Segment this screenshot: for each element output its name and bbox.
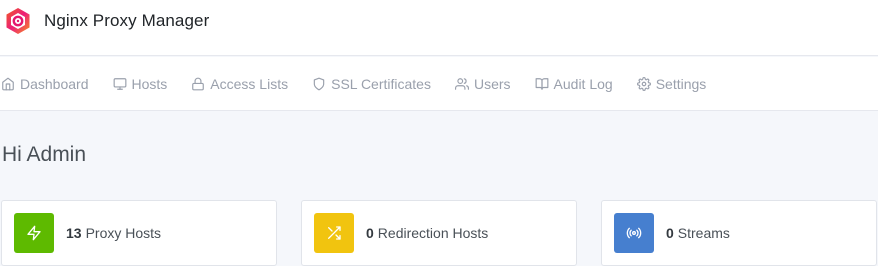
streams-card-icon-box — [614, 213, 654, 253]
shield-icon — [313, 77, 325, 90]
redirection-hosts-card-icon-box — [314, 213, 354, 253]
users-icon — [454, 77, 469, 90]
page-greeting: Hi Admin — [2, 143, 87, 166]
streams-label: Streams — [677, 225, 730, 241]
lock-icon — [192, 77, 205, 90]
nav-item-ssl-certificates[interactable]: SSL Certificates — [312, 76, 431, 92]
main-nav: Dashboard Hosts Access Lists SSL Certifi… — [0, 57, 878, 111]
zap-icon — [27, 225, 41, 241]
nav-item-label: Dashboard — [20, 75, 89, 92]
shuffle-icon — [328, 226, 341, 240]
redirection-hosts-label: Redirection Hosts — [377, 225, 489, 241]
radio-icon — [626, 227, 642, 239]
app-title: Nginx Proxy Manager — [44, 11, 210, 30]
streams-card-text: 0 Streams — [666, 225, 730, 241]
brand[interactable]: Nginx Proxy Manager — [4, 7, 209, 35]
top-header: Nginx Proxy Manager — [0, 0, 878, 56]
nav-item-label: Users — [473, 75, 511, 92]
redirection-hosts-card-text: 0 Redirection Hosts — [366, 225, 488, 241]
proxy-hosts-card-text: 13 Proxy Hosts — [66, 225, 161, 241]
nav-item-hosts[interactable]: Hosts — [113, 75, 168, 92]
gear-icon — [636, 76, 651, 91]
proxy-hosts-label: Proxy Hosts — [85, 225, 162, 241]
nav-item-dashboard[interactable]: Dashboard — [1, 76, 89, 92]
nav-item-users[interactable]: Users — [454, 75, 511, 92]
nav-item-label: Settings — [655, 75, 707, 92]
nginx-proxy-manager-logo-icon — [6, 8, 30, 34]
nav-item-label: Audit Log — [553, 75, 613, 92]
nav-item-label: Hosts — [131, 75, 168, 92]
nav-item-label: Access Lists — [210, 75, 289, 92]
proxy-hosts-count: 13 — [66, 225, 82, 241]
monitor-icon — [113, 77, 126, 90]
nav-item-access-lists[interactable]: Access Lists — [191, 76, 288, 92]
streams-count: 0 — [666, 225, 674, 241]
nav-item-label: SSL Certificates — [331, 75, 431, 92]
redirection-hosts-card[interactable]: 0 Redirection Hosts — [301, 200, 577, 266]
proxy-hosts-card[interactable]: 13 Proxy Hosts — [1, 200, 277, 266]
book-open-icon — [535, 77, 548, 90]
nav-item-settings[interactable]: Settings — [636, 75, 707, 92]
home-icon — [2, 77, 14, 90]
proxy-hosts-card-icon-box — [14, 213, 54, 253]
streams-card[interactable]: 0 Streams — [601, 200, 877, 266]
nav-item-audit-log[interactable]: Audit Log — [535, 76, 613, 92]
redirection-hosts-count: 0 — [366, 225, 374, 241]
